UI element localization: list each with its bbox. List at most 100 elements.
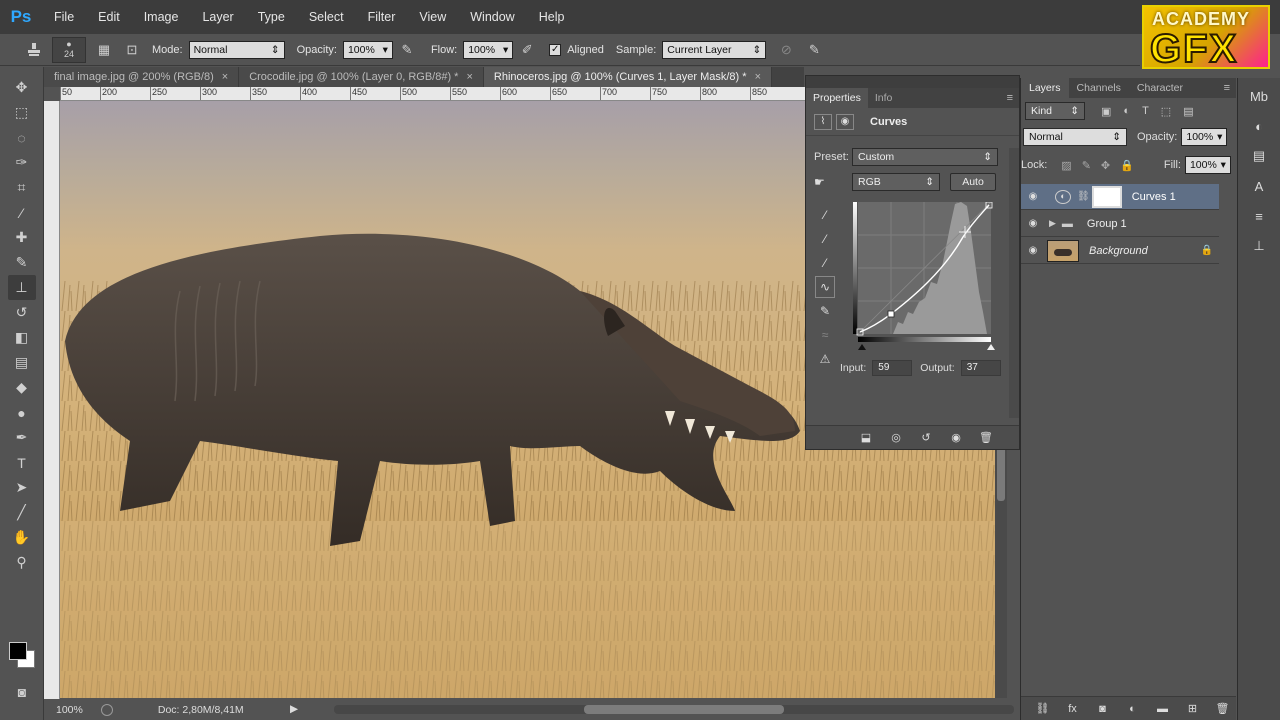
fill-field[interactable]: 100% ▾ (1184, 156, 1231, 174)
curve-edit-icon[interactable]: ∿ (815, 276, 835, 298)
trash-icon[interactable]: 🗑 (1212, 700, 1234, 718)
line-tool-icon[interactable]: ╱ (8, 500, 36, 525)
gradient-tool-icon[interactable]: ▤ (8, 350, 36, 375)
expand-arrow-icon[interactable]: ▶ (1049, 218, 1056, 229)
menu-image[interactable]: Image (132, 0, 191, 34)
quick-select-tool-icon[interactable]: ✑ (8, 150, 36, 175)
eraser-tool-icon[interactable]: ◧ (8, 325, 36, 350)
panel-menu-icon[interactable]: ≡ (1224, 82, 1230, 94)
ignore-adjustment-icon[interactable]: ⊘ (776, 40, 796, 60)
history-brush-tool-icon[interactable]: ↺ (8, 300, 36, 325)
clip-to-layer-icon[interactable]: ⬓ (855, 429, 877, 447)
pen-tool-icon[interactable]: ✒ (8, 425, 36, 450)
reset-icon[interactable]: ↺ (915, 429, 937, 447)
eyedropper-tool-icon[interactable]: ⁄ (8, 200, 36, 225)
curves-adjustment-icon[interactable]: ⌇ (814, 113, 832, 130)
tab-properties[interactable]: Properties (806, 88, 868, 108)
trash-icon[interactable]: 🗑 (975, 429, 997, 447)
menu-layer[interactable]: Layer (190, 0, 245, 34)
sample-select[interactable]: Current Layer ⇕ (662, 40, 767, 59)
brush-tool-icon[interactable]: ✎ (8, 250, 36, 275)
layer-mask-thumbnail[interactable] (1091, 185, 1122, 208)
close-icon[interactable]: × (222, 67, 228, 87)
pixel-filter-icon[interactable]: ▣ (1101, 105, 1111, 118)
menu-type[interactable]: Type (246, 0, 297, 34)
crop-tool-icon[interactable]: ⌗ (8, 175, 36, 200)
layer-row-curves-1[interactable]: ◉ ◐ ⛓ Curves 1 (1021, 184, 1219, 210)
aligned-checkbox[interactable]: ✓ (549, 43, 562, 56)
adjustment-filter-icon[interactable]: ◐ (1123, 105, 1130, 117)
type-filter-icon[interactable]: T (1142, 105, 1149, 117)
hand-tool-icon[interactable]: ✋ (8, 525, 36, 550)
shape-filter-icon[interactable]: ⬚ (1161, 105, 1171, 118)
menu-help[interactable]: Help (527, 0, 577, 34)
visibility-eye-icon[interactable]: ◉ (1025, 245, 1041, 256)
new-layer-icon[interactable]: ⊞ (1182, 700, 1204, 718)
opacity-field[interactable]: 100% ▾ (342, 40, 393, 59)
panel-menu-icon[interactable]: ≡ (1007, 92, 1013, 104)
doc-tab-final-image[interactable]: final image.jpg @ 200% (RGB/8) × (44, 67, 240, 87)
tab-channels[interactable]: Channels (1069, 78, 1129, 98)
foreground-color-swatch[interactable] (9, 642, 27, 660)
visibility-eye-icon[interactable]: ◉ (1025, 218, 1041, 229)
pencil-draw-icon[interactable]: ✎ (815, 300, 835, 322)
zoom-level[interactable]: 100% (56, 704, 83, 716)
close-icon[interactable]: × (466, 67, 472, 87)
lock-transparent-icon[interactable]: ▨ (1061, 159, 1071, 172)
visibility-eye-icon[interactable]: ◉ (1025, 191, 1041, 202)
clone-stamp-icon[interactable] (24, 40, 44, 60)
move-tool-icon[interactable]: ✥ (8, 75, 36, 100)
new-group-icon[interactable]: ▬ (1152, 700, 1174, 718)
gray-point-eyedropper-icon[interactable]: ⁄ (815, 228, 835, 250)
flow-field[interactable]: 100% ▾ (463, 40, 514, 59)
lock-pixels-icon[interactable]: ✎ (1082, 159, 1091, 172)
kind-filter-select[interactable]: Kind ⇕ (1025, 102, 1085, 120)
character-panel-icon[interactable]: A (1246, 174, 1272, 198)
menu-file[interactable]: File (42, 0, 86, 34)
history-panel-icon[interactable]: ▤ (1246, 144, 1272, 168)
view-previous-icon[interactable]: ◎ (885, 429, 907, 447)
visibility-eye-icon[interactable]: ◉ (945, 429, 967, 447)
clone-stamp-tool-icon[interactable]: ⊥ (7, 275, 36, 300)
channel-select[interactable]: RGB ⇕ (852, 173, 940, 191)
close-icon[interactable]: × (755, 67, 761, 87)
smooth-curve-icon[interactable]: ≈ (815, 324, 835, 346)
lock-all-icon[interactable]: 🔒 (1120, 159, 1134, 172)
layer-opacity-field[interactable]: 100% ▾ (1181, 128, 1228, 146)
output-field[interactable]: 37 (960, 360, 1001, 376)
clipping-warning-icon[interactable]: ⚠ (815, 348, 835, 370)
type-tool-icon[interactable]: T (8, 450, 36, 475)
blur-tool-icon[interactable]: ◆ (8, 375, 36, 400)
fx-icon[interactable]: fx (1062, 700, 1084, 718)
airbrush-icon[interactable]: ✐ (517, 40, 537, 60)
doc-tab-rhinoceros[interactable]: Rhinoceros.jpg @ 100% (Curves 1, Layer M… (483, 67, 772, 87)
input-field[interactable]: 59 (872, 360, 913, 376)
mini-bridge-icon[interactable]: Mb (1246, 84, 1272, 108)
color-panel-icon[interactable]: ◐ (1246, 114, 1272, 138)
zoom-tool-icon[interactable]: ⚲ (8, 550, 36, 575)
menu-filter[interactable]: Filter (356, 0, 408, 34)
scroll-thumb[interactable] (584, 705, 784, 714)
menu-view[interactable]: View (407, 0, 458, 34)
adjustment-layer-icon[interactable]: ◐ (1122, 700, 1144, 718)
dodge-tool-icon[interactable]: ● (8, 400, 36, 425)
doc-tab-crocodile[interactable]: Crocodile.jpg @ 100% (Layer 0, RGB/8#) *… (239, 67, 484, 87)
curves-graph[interactable] (853, 202, 995, 352)
panel-header[interactable] (806, 76, 1019, 88)
add-mask-icon[interactable]: ◙ (1092, 700, 1114, 718)
pressure-opacity-icon[interactable]: ✎ (397, 40, 417, 60)
white-point-eyedropper-icon[interactable]: ⁄ (815, 252, 835, 274)
tab-info[interactable]: Info (868, 88, 900, 108)
status-info-icon[interactable] (100, 703, 113, 716)
layer-row-group-1[interactable]: ◉ ▶ ▬ Group 1 (1021, 211, 1219, 237)
smart-object-filter-icon[interactable]: ▤ (1183, 105, 1193, 118)
pressure-size-icon[interactable]: ✎ (804, 40, 824, 60)
horizontal-scrollbar[interactable] (334, 705, 1014, 714)
brush-panel-icon[interactable]: ▦ (94, 40, 114, 60)
link-chain-icon[interactable]: ⛓ (1077, 191, 1090, 202)
panel-scrollbar[interactable] (1009, 148, 1019, 418)
black-point-eyedropper-icon[interactable]: ⁄ (815, 204, 835, 226)
menu-select[interactable]: Select (297, 0, 356, 34)
blend-mode-select[interactable]: Normal ⇕ (1023, 128, 1127, 146)
clone-source-panel-icon[interactable]: ⊥ (1246, 234, 1272, 258)
